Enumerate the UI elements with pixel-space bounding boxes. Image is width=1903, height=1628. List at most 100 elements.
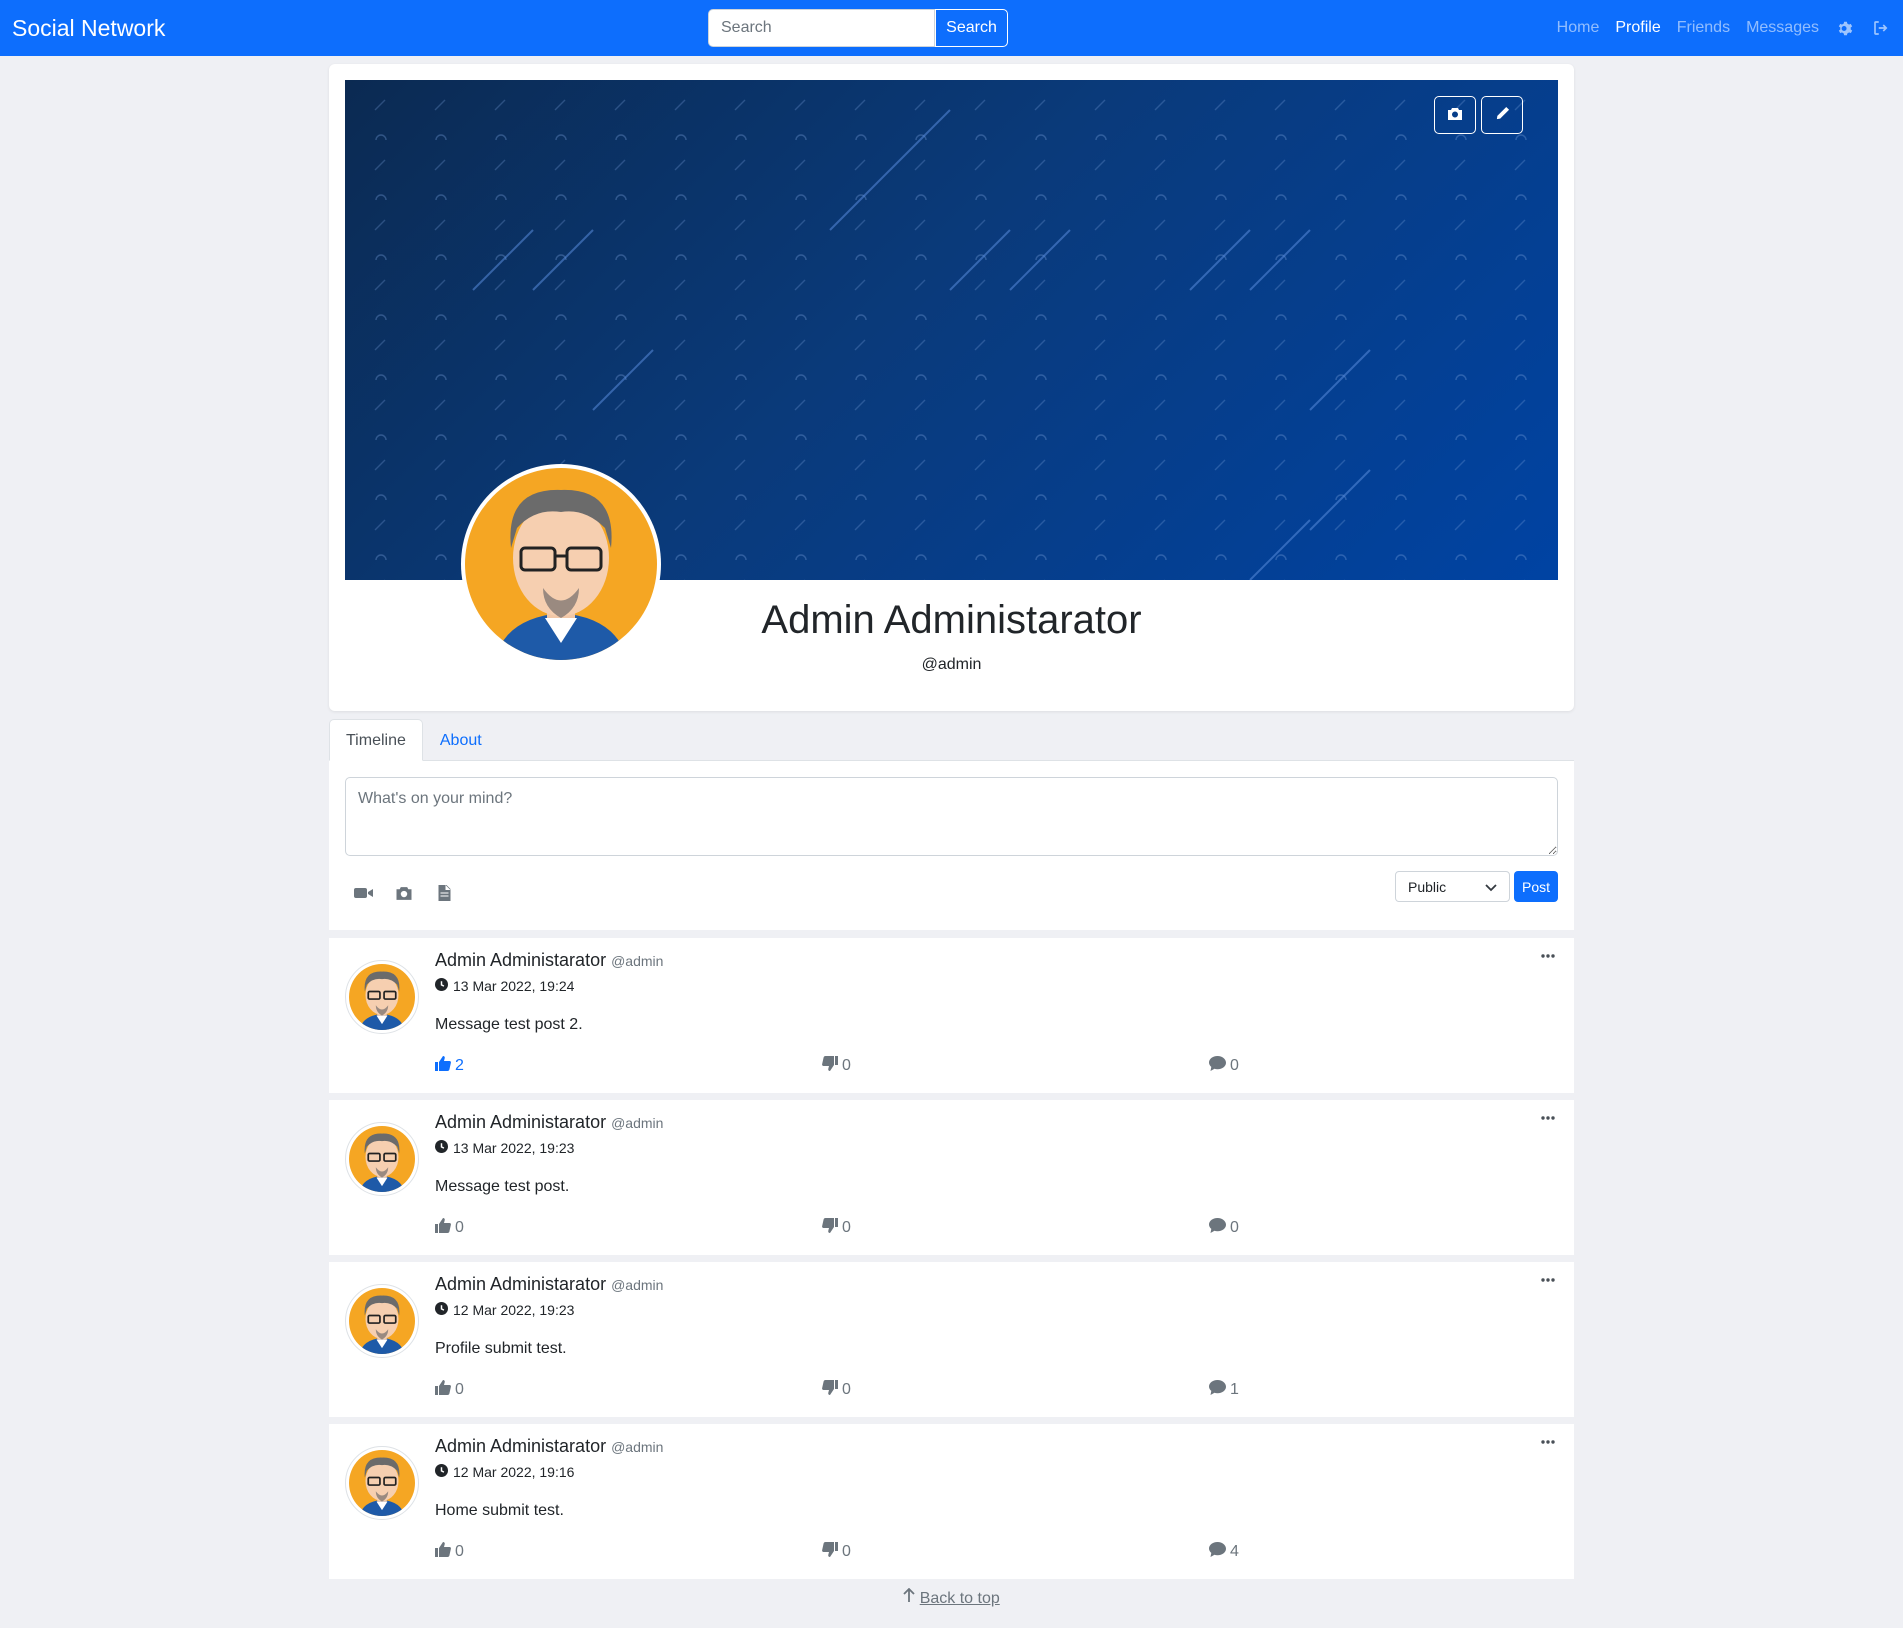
post-avatar[interactable]	[345, 960, 419, 1034]
tab-about[interactable]: About	[423, 719, 499, 761]
dislike-count: 0	[842, 1057, 851, 1074]
search-input[interactable]	[708, 9, 935, 47]
post-card: Admin Administarator @admin 12 Mar 2022,…	[329, 1262, 1574, 1417]
post-body: Home submit test.	[435, 1502, 564, 1519]
post-time-text: 12 Mar 2022, 19:16	[453, 1464, 575, 1480]
privacy-value: Public	[1408, 878, 1447, 895]
post-author[interactable]: Admin Administarator @admin	[435, 950, 663, 971]
post-timestamp: 12 Mar 2022, 19:16	[435, 1464, 574, 1480]
dislike-button[interactable]: 0	[822, 1056, 851, 1076]
search-button[interactable]: Search	[935, 9, 1008, 47]
nav-profile[interactable]: Profile	[1615, 19, 1660, 37]
back-to-top: Back to top	[0, 1587, 1903, 1608]
cover-edit-button[interactable]	[1481, 96, 1523, 134]
dislike-count: 0	[842, 1219, 851, 1236]
post-author-handle: @admin	[611, 1115, 664, 1131]
post-body: Message test post.	[435, 1178, 570, 1195]
thumbs-up-icon	[435, 1218, 451, 1238]
post-author[interactable]: Admin Administarator @admin	[435, 1436, 663, 1457]
post-author-name[interactable]: Admin Administarator	[435, 950, 606, 970]
post-body: Message test post 2.	[435, 1016, 583, 1033]
comment-count: 1	[1230, 1381, 1239, 1398]
more-options-icon[interactable]	[1538, 1434, 1558, 1450]
navbar: Social Network Search Home Profile Frien…	[0, 0, 1903, 56]
comment-button[interactable]: 0	[1209, 1056, 1239, 1076]
dislike-count: 0	[842, 1543, 851, 1560]
post-time-text: 13 Mar 2022, 19:24	[453, 978, 575, 994]
back-to-top-link[interactable]: Back to top	[920, 1590, 1000, 1607]
like-button[interactable]: 0	[435, 1218, 464, 1238]
privacy-select[interactable]: Public	[1395, 871, 1510, 902]
like-count: 0	[455, 1543, 464, 1560]
file-icon[interactable]	[433, 882, 455, 904]
post-avatar[interactable]	[345, 1122, 419, 1196]
post-author-handle: @admin	[611, 1277, 664, 1293]
dislike-button[interactable]: 0	[822, 1542, 851, 1562]
post-author[interactable]: Admin Administarator @admin	[435, 1274, 663, 1295]
more-options-icon[interactable]	[1538, 1110, 1558, 1126]
more-options-icon[interactable]	[1538, 1272, 1558, 1288]
thumbs-down-icon	[822, 1542, 838, 1562]
post-composer: Public Post	[329, 761, 1574, 930]
search-form: Search	[708, 9, 1008, 47]
post-author-name[interactable]: Admin Administarator	[435, 1112, 606, 1132]
comment-icon	[1209, 1380, 1226, 1400]
post-author-handle: @admin	[611, 1439, 664, 1455]
post-card: Admin Administarator @admin 12 Mar 2022,…	[329, 1424, 1574, 1579]
comment-button[interactable]: 0	[1209, 1218, 1239, 1238]
nav-home[interactable]: Home	[1557, 19, 1600, 37]
post-author[interactable]: Admin Administarator @admin	[435, 1112, 663, 1133]
profile-handle: @admin	[921, 656, 982, 673]
gear-icon[interactable]	[1835, 18, 1855, 38]
camera-icon[interactable]	[393, 882, 415, 904]
comment-icon	[1209, 1542, 1226, 1562]
composer-attachments	[353, 882, 455, 904]
thumbs-up-icon	[435, 1542, 451, 1562]
thumbs-down-icon	[822, 1380, 838, 1400]
post-timestamp: 12 Mar 2022, 19:23	[435, 1302, 574, 1318]
like-count: 0	[455, 1381, 464, 1398]
clock-icon	[435, 1464, 448, 1480]
comment-count: 0	[1230, 1219, 1239, 1236]
comment-button[interactable]: 4	[1209, 1542, 1239, 1562]
thumbs-up-icon	[435, 1380, 451, 1400]
post-button[interactable]: Post	[1514, 871, 1558, 902]
video-icon[interactable]	[353, 882, 375, 904]
chevron-down-icon	[1485, 879, 1497, 895]
post-time-text: 13 Mar 2022, 19:23	[453, 1140, 575, 1156]
profile-tabs: Timeline About	[329, 719, 1574, 761]
post-textarea[interactable]	[345, 777, 1558, 856]
like-count: 0	[455, 1219, 464, 1236]
clock-icon	[435, 1140, 448, 1156]
post-card: Admin Administarator @admin 13 Mar 2022,…	[329, 938, 1574, 1093]
dislike-button[interactable]: 0	[822, 1218, 851, 1238]
brand-logo[interactable]: Social Network	[12, 0, 165, 56]
logout-icon[interactable]	[1871, 18, 1891, 38]
post-timestamp: 13 Mar 2022, 19:23	[435, 1140, 574, 1156]
post-avatar[interactable]	[345, 1446, 419, 1520]
profile-name: Admin Administarator	[761, 598, 1142, 642]
like-button[interactable]: 0	[435, 1380, 464, 1400]
tab-timeline[interactable]: Timeline	[329, 719, 423, 761]
post-avatar[interactable]	[345, 1284, 419, 1358]
camera-icon	[1447, 107, 1463, 124]
post-author-name[interactable]: Admin Administarator	[435, 1274, 606, 1294]
dislike-count: 0	[842, 1381, 851, 1398]
thumbs-down-icon	[822, 1056, 838, 1076]
more-options-icon[interactable]	[1538, 948, 1558, 964]
pencil-icon	[1495, 106, 1510, 124]
thumbs-up-icon	[435, 1056, 451, 1076]
comment-count: 0	[1230, 1057, 1239, 1074]
dislike-button[interactable]: 0	[822, 1380, 851, 1400]
post-timestamp: 13 Mar 2022, 19:24	[435, 978, 574, 994]
like-button[interactable]: 0	[435, 1542, 464, 1562]
post-author-name[interactable]: Admin Administarator	[435, 1436, 606, 1456]
nav-messages[interactable]: Messages	[1746, 19, 1819, 37]
like-button[interactable]: 2	[435, 1056, 464, 1076]
comment-button[interactable]: 1	[1209, 1380, 1239, 1400]
nav-friends[interactable]: Friends	[1677, 19, 1730, 37]
clock-icon	[435, 978, 448, 994]
cover-camera-button[interactable]	[1434, 96, 1476, 134]
arrow-up-icon	[903, 1587, 919, 1607]
post-author-handle: @admin	[611, 953, 664, 969]
